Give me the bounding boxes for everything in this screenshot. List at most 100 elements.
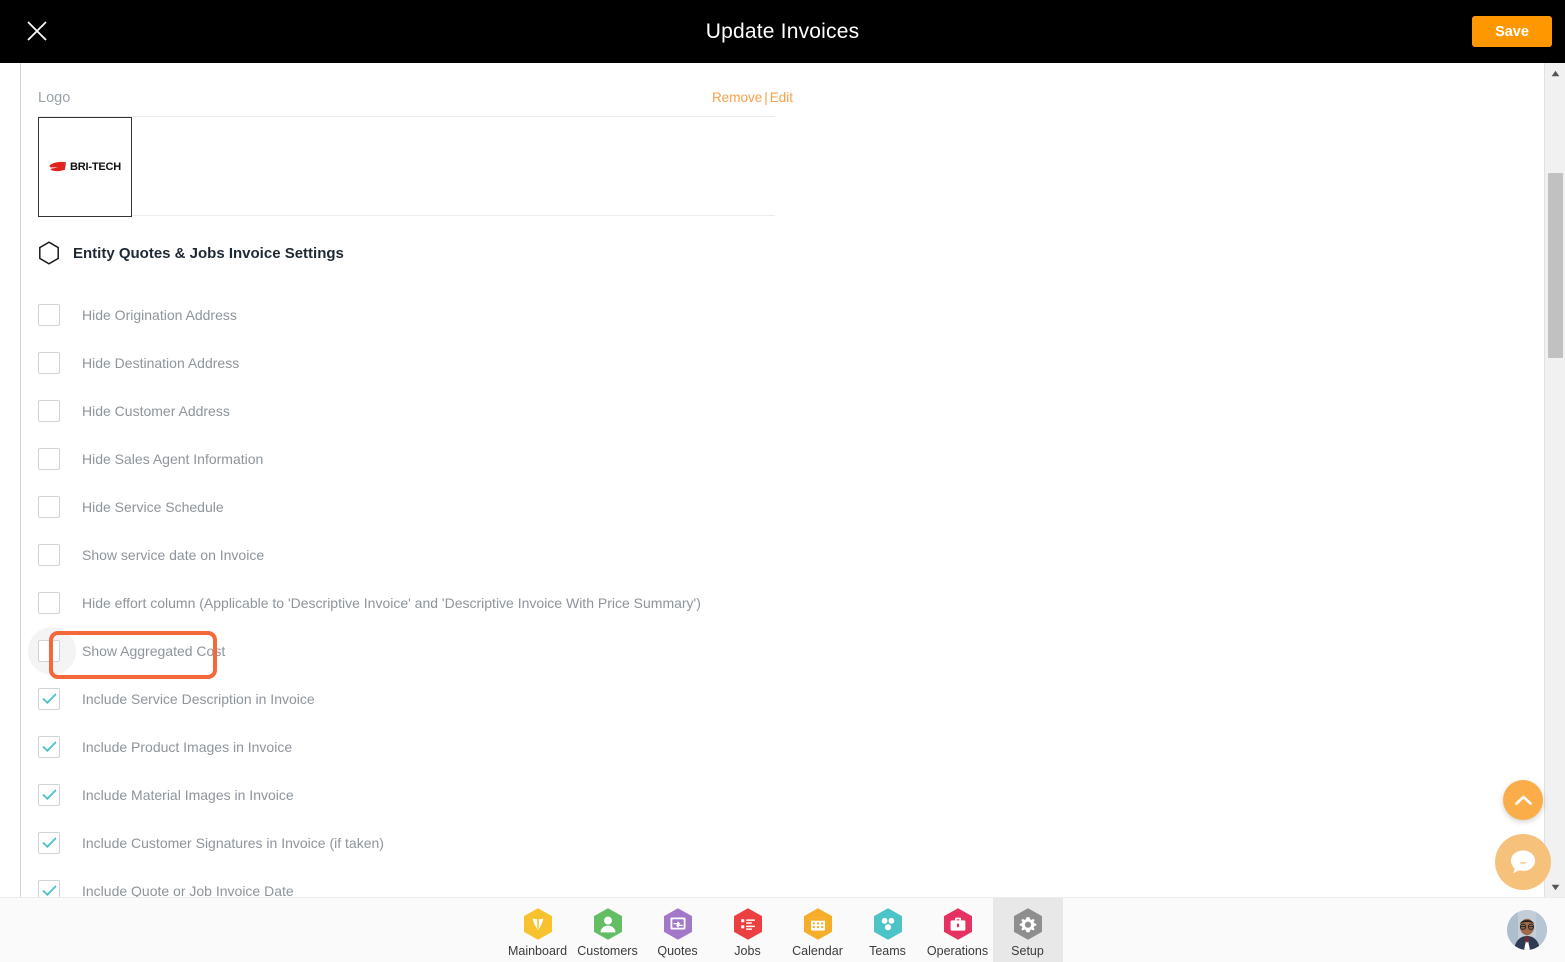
company-logo: BRI-TECH <box>49 161 121 174</box>
logo-wordmark: BRI-TECH <box>70 161 121 173</box>
setting-checkbox-row[interactable]: Hide Destination Address <box>38 339 1518 387</box>
checkmark-icon <box>42 693 56 704</box>
setting-label: Show Aggregated Cost <box>82 643 226 659</box>
setting-checkbox-row[interactable]: Show service date on Invoice <box>38 531 1518 579</box>
setting-checkbox-row[interactable]: Show Aggregated Cost <box>28 627 1518 679</box>
calendar-icon <box>801 907 835 941</box>
modal-header: Update Invoices Save <box>0 0 1565 63</box>
nav-item-mainboard[interactable]: Mainboard <box>503 898 573 962</box>
chat-button[interactable] <box>1495 834 1551 890</box>
checkmark-icon <box>42 741 56 752</box>
checkbox-checked[interactable] <box>38 784 60 806</box>
nav-label: Operations <box>926 944 989 958</box>
hexagon-icon <box>39 241 59 265</box>
save-button[interactable]: Save <box>1472 16 1552 47</box>
nav-label: Jobs <box>734 944 761 958</box>
nav-item-jobs[interactable]: Jobs <box>713 898 783 962</box>
checkmark-icon <box>42 789 56 800</box>
logo-edit-link[interactable]: Edit <box>770 90 793 105</box>
checkbox-unchecked[interactable] <box>38 352 60 374</box>
setting-checkbox-row[interactable]: Hide Customer Address <box>38 387 1518 435</box>
logo-remove-link[interactable]: Remove <box>712 90 762 105</box>
setting-label: Show service date on Invoice <box>82 547 265 563</box>
checkbox-unchecked[interactable] <box>38 304 60 326</box>
checkbox-unchecked[interactable] <box>38 544 60 566</box>
nav-label: Setup <box>1011 944 1044 958</box>
section-title: Entity Quotes & Jobs Invoice Settings <box>73 244 344 262</box>
logo-row: BRI-TECH <box>38 116 775 217</box>
logo-actions-separator: | <box>764 90 768 105</box>
setting-label: Hide Destination Address <box>82 355 240 371</box>
nav-label: Calendar <box>792 944 843 958</box>
nav-item-quotes[interactable]: Quotes <box>643 898 713 962</box>
logo-label: Logo <box>38 90 71 106</box>
setting-label: Hide Service Schedule <box>82 499 224 515</box>
nav-item-setup[interactable]: Setup <box>992 898 1063 962</box>
nav-item-teams[interactable]: Teams <box>853 898 923 962</box>
checkbox-checked[interactable] <box>38 832 60 854</box>
user-avatar <box>1507 910 1547 950</box>
setting-label: Hide Customer Address <box>82 403 230 419</box>
checkbox-checked[interactable] <box>38 880 60 897</box>
nav-item-calendar[interactable]: Calendar <box>783 898 853 962</box>
operations-icon <box>941 907 975 941</box>
chevron-up-icon <box>1514 795 1532 805</box>
logo-actions: Remove | Edit <box>712 90 793 105</box>
settings-checkbox-list: Hide Origination Address Hide Destination… <box>28 291 1518 897</box>
setting-checkbox-row[interactable]: Include Service Description in Invoice <box>38 675 1518 723</box>
scroll-up-arrow-icon[interactable] <box>1545 63 1565 83</box>
setting-checkbox-row[interactable]: Hide Sales Agent Information <box>38 435 1518 483</box>
avatar[interactable] <box>1507 910 1547 950</box>
nav-label: Mainboard <box>507 944 568 958</box>
setting-label: Include Service Description in Invoice <box>82 691 315 707</box>
bottom-navigation: Mainboard Customers Quotes Jobs Calendar Team… <box>0 897 1565 962</box>
settings-scroll-area: Logo Remove | Edit BRI-TECH Entity Quote… <box>0 63 1544 897</box>
mainboard-icon <box>521 907 555 941</box>
nav-label: Teams <box>869 944 906 958</box>
chat-bubble-icon <box>1511 850 1535 874</box>
setting-label: Include Quote or Job Invoice Date <box>82 883 294 897</box>
swoosh-icon <box>49 161 67 171</box>
setting-checkbox-row[interactable]: Include Quote or Job Invoice Date <box>38 867 1518 897</box>
section-header: Entity Quotes & Jobs Invoice Settings <box>38 241 344 265</box>
checkbox-unchecked[interactable] <box>38 640 60 662</box>
quotes-icon <box>661 907 695 941</box>
nav-label: Quotes <box>657 944 698 958</box>
gear-icon <box>1011 907 1045 941</box>
checkbox-unchecked[interactable] <box>38 400 60 422</box>
setting-label: Hide Sales Agent Information <box>82 451 264 467</box>
setting-checkbox-row[interactable]: Hide effort column (Applicable to 'Descr… <box>38 579 1518 627</box>
nav-item-operations[interactable]: Operations <box>923 898 993 962</box>
app-root: Update Invoices Save Logo Remove | Edit BR… <box>0 0 1565 962</box>
setting-label: Include Product Images in Invoice <box>82 739 293 755</box>
scroll-down-arrow-icon[interactable] <box>1545 877 1565 897</box>
settings-panel: Logo Remove | Edit BRI-TECH Entity Quote… <box>20 63 1544 897</box>
setting-label: Hide Origination Address <box>82 307 237 323</box>
nav-item-customers[interactable]: Customers <box>573 898 643 962</box>
setting-label: Include Customer Signatures in Invoice (… <box>82 835 384 851</box>
checkmark-icon <box>42 837 56 848</box>
checkbox-unchecked[interactable] <box>38 496 60 518</box>
checkbox-checked[interactable] <box>38 688 60 710</box>
checkmark-icon <box>42 885 56 896</box>
scrollbar-thumb[interactable] <box>1548 173 1563 358</box>
customers-icon <box>591 907 625 941</box>
checkbox-checked[interactable] <box>38 736 60 758</box>
vertical-scrollbar[interactable] <box>1544 63 1565 897</box>
setting-checkbox-row[interactable]: Hide Service Schedule <box>38 483 1518 531</box>
jobs-icon <box>731 907 765 941</box>
setting-label: Include Material Images in Invoice <box>82 787 294 803</box>
checkbox-unchecked[interactable] <box>38 592 60 614</box>
setting-checkbox-row[interactable]: Include Customer Signatures in Invoice (… <box>38 819 1518 867</box>
page-title: Update Invoices <box>705 20 860 43</box>
logo-thumbnail[interactable]: BRI-TECH <box>38 117 132 217</box>
setting-checkbox-row[interactable]: Include Product Images in Invoice <box>38 723 1518 771</box>
checkbox-unchecked[interactable] <box>38 448 60 470</box>
setting-checkbox-row[interactable]: Include Material Images in Invoice <box>38 771 1518 819</box>
setting-checkbox-row[interactable]: Hide Origination Address <box>38 291 1518 339</box>
teams-icon <box>871 907 905 941</box>
scroll-to-top-button[interactable] <box>1503 780 1543 820</box>
nav-items: Mainboard Customers Quotes Jobs Calendar Team… <box>503 898 1063 962</box>
setting-label: Hide effort column (Applicable to 'Descr… <box>82 595 701 611</box>
nav-label: Customers <box>577 944 638 958</box>
